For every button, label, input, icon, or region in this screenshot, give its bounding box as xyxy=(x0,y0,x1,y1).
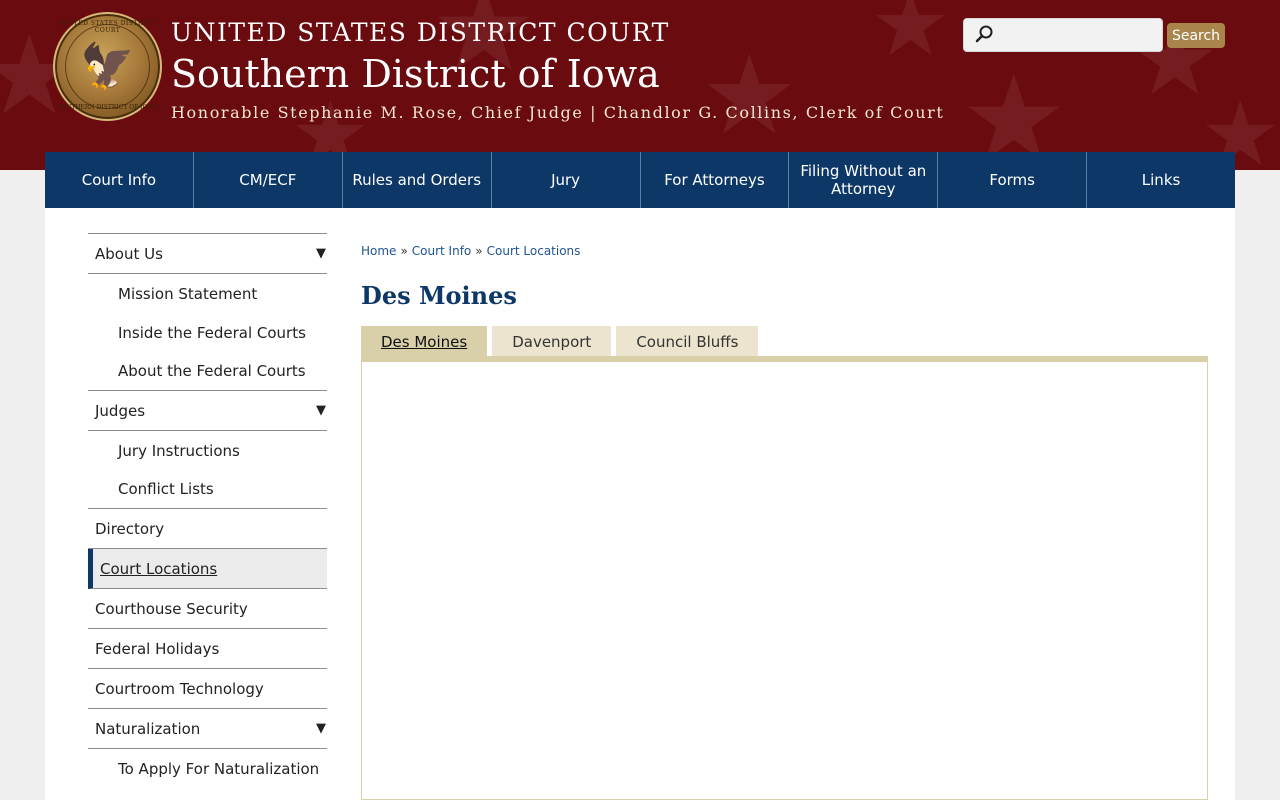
sidebar-item-about-us[interactable]: About Us ▼ xyxy=(88,234,327,274)
nav-court-info[interactable]: Court Info xyxy=(45,152,194,208)
chevron-down-icon[interactable]: ▼ xyxy=(316,403,326,418)
breadcrumb-court-locations[interactable]: Court Locations xyxy=(487,244,581,258)
sidebar-menu: About Us ▼ Mission Statement Inside the … xyxy=(88,233,327,788)
tab-content-panel xyxy=(361,362,1208,800)
site-header: ★ ★ ★ ★ ★ ★ ★ ★ UNITED STATES DISTRICT C… xyxy=(0,0,1280,170)
chevron-down-icon[interactable]: ▼ xyxy=(316,721,326,736)
nav-rules-and-orders[interactable]: Rules and Orders xyxy=(343,152,492,208)
sidebar-item-label: Naturalization xyxy=(95,719,201,738)
breadcrumb-separator: » xyxy=(475,244,483,258)
main-nav: Court Info CM/ECF Rules and Orders Jury … xyxy=(45,152,1235,208)
search-field[interactable] xyxy=(963,18,1163,52)
seal-text-bottom: SOUTHERN DISTRICT OF IOWA xyxy=(57,104,158,111)
nav-forms[interactable]: Forms xyxy=(938,152,1088,208)
page-title: Des Moines xyxy=(361,281,517,310)
nav-links[interactable]: Links xyxy=(1087,152,1235,208)
sidebar-subitem-about-federal-courts[interactable]: About the Federal Courts xyxy=(88,352,327,391)
district-title[interactable]: Southern District of Iowa xyxy=(171,52,660,96)
nav-cm-ecf[interactable]: CM/ECF xyxy=(194,152,343,208)
breadcrumb: Home» Court Info» Court Locations xyxy=(361,244,580,258)
nav-jury[interactable]: Jury xyxy=(492,152,641,208)
tab-davenport[interactable]: Davenport xyxy=(492,326,612,358)
breadcrumb-home[interactable]: Home xyxy=(361,244,396,258)
sidebar-item-courthouse-security[interactable]: Courthouse Security xyxy=(88,589,327,629)
sidebar-item-label: About Us xyxy=(95,244,163,263)
tab-council-bluffs[interactable]: Council Bluffs xyxy=(616,326,759,358)
breadcrumb-court-info[interactable]: Court Info xyxy=(412,244,472,258)
court-officials: Honorable Stephanie M. Rose, Chief Judge… xyxy=(171,103,945,122)
sidebar-item-court-locations[interactable]: Court Locations xyxy=(88,549,327,589)
search-input[interactable] xyxy=(1000,23,1158,47)
sidebar-item-label: Courtroom Technology xyxy=(95,679,264,698)
location-tabs: Des Moines Davenport Council Bluffs xyxy=(361,326,763,358)
sidebar-item-naturalization[interactable]: Naturalization ▼ xyxy=(88,709,327,749)
chevron-down-icon[interactable]: ▼ xyxy=(316,246,326,261)
court-type-title[interactable]: UNITED STATES DISTRICT COURT xyxy=(171,18,670,47)
nav-filing-without-attorney[interactable]: Filing Without an Attorney xyxy=(789,152,939,208)
tab-des-moines[interactable]: Des Moines xyxy=(361,326,488,358)
star-decoration: ★ xyxy=(700,31,799,159)
sidebar-item-label: Court Locations xyxy=(100,559,218,578)
sidebar-subitem-conflict-lists[interactable]: Conflict Lists xyxy=(88,470,327,509)
sidebar-subitem-jury-instructions[interactable]: Jury Instructions xyxy=(88,431,327,470)
sidebar-subitem-apply-naturalization[interactable]: To Apply For Naturalization xyxy=(88,749,327,788)
eagle-icon: 🦅 xyxy=(80,41,135,92)
search-button[interactable]: Search xyxy=(1167,23,1225,48)
sidebar-item-courtroom-technology[interactable]: Courtroom Technology xyxy=(88,669,327,709)
breadcrumb-separator: » xyxy=(400,244,408,258)
sidebar-item-federal-holidays[interactable]: Federal Holidays xyxy=(88,629,327,669)
sidebar-subitem-inside-federal-courts[interactable]: Inside the Federal Courts xyxy=(88,313,327,352)
sidebar-item-directory[interactable]: Directory xyxy=(88,509,327,549)
sidebar-item-label: Courthouse Security xyxy=(95,599,248,618)
sidebar-item-label: Judges xyxy=(95,401,146,420)
sidebar-item-judges[interactable]: Judges ▼ xyxy=(88,391,327,431)
court-seal-logo[interactable]: UNITED STATES DISTRICT COURT 🦅 SOUTHERN … xyxy=(53,12,162,121)
sidebar-item-label: Federal Holidays xyxy=(95,639,220,658)
seal-text-top: UNITED STATES DISTRICT COURT xyxy=(59,20,156,34)
sidebar-subitem-mission-statement[interactable]: Mission Statement xyxy=(88,274,327,313)
star-decoration: ★ xyxy=(870,0,951,77)
search-icon xyxy=(975,25,993,43)
sidebar-item-label: Directory xyxy=(95,519,165,538)
nav-for-attorneys[interactable]: For Attorneys xyxy=(641,152,790,208)
